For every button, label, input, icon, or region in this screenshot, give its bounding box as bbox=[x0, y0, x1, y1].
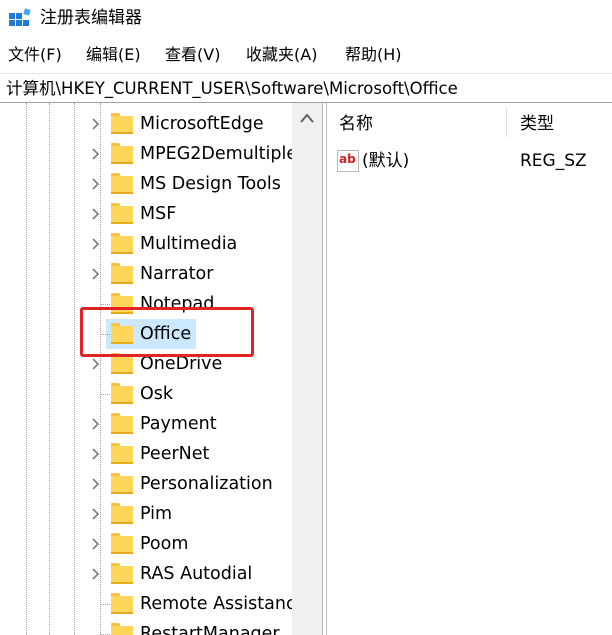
chevron-right-icon[interactable] bbox=[88, 415, 102, 433]
chevron-right-icon[interactable] bbox=[88, 565, 102, 583]
column-header-type[interactable]: 类型 bbox=[520, 113, 554, 135]
tree-item-label: Narrator bbox=[140, 264, 214, 284]
chevron-right-icon[interactable] bbox=[88, 205, 102, 223]
tree-item[interactable]: Multimedia bbox=[0, 229, 300, 259]
folder-icon bbox=[111, 623, 133, 635]
address-bar[interactable]: 计算机\HKEY_CURRENT_USER\Software\Microsoft… bbox=[0, 73, 612, 103]
tree-item-label: Remote Assistanc bbox=[140, 594, 296, 614]
menu-edit[interactable]: 编辑(E) bbox=[84, 44, 143, 66]
folder-icon bbox=[111, 173, 133, 195]
tree-item[interactable]: Osk bbox=[0, 379, 300, 409]
chevron-right-icon[interactable] bbox=[88, 535, 102, 553]
tree-item-label: Multimedia bbox=[140, 234, 238, 254]
tree-item-label: PeerNet bbox=[140, 444, 210, 464]
tree-item-label: Osk bbox=[140, 384, 174, 404]
folder-icon bbox=[111, 113, 133, 135]
tree-connector bbox=[100, 604, 110, 605]
tree-item[interactable]: MSF bbox=[0, 199, 300, 229]
menu-view[interactable]: 查看(V) bbox=[163, 44, 222, 66]
folder-icon bbox=[111, 413, 133, 435]
tree-item[interactable]: Pim bbox=[0, 499, 300, 529]
chevron-right-icon[interactable] bbox=[88, 505, 102, 523]
highlight-box bbox=[80, 307, 254, 357]
folder-icon bbox=[111, 233, 133, 255]
tree-item-label: Poom bbox=[140, 534, 189, 554]
tree-item-label: Personalization bbox=[140, 474, 273, 494]
value-name: (默认) bbox=[362, 151, 410, 171]
string-value-icon: ab bbox=[337, 150, 359, 172]
chevron-right-icon[interactable] bbox=[88, 145, 102, 163]
chevron-right-icon[interactable] bbox=[88, 445, 102, 463]
regedit-icon bbox=[9, 8, 31, 26]
chevron-right-icon[interactable] bbox=[88, 115, 102, 133]
tree-scrollbar[interactable] bbox=[292, 103, 322, 635]
tree-item[interactable]: PeerNet bbox=[0, 439, 300, 469]
tree-item[interactable]: MPEG2Demultiple bbox=[0, 139, 300, 169]
tree-item[interactable]: RAS Autodial bbox=[0, 559, 300, 589]
folder-icon bbox=[111, 533, 133, 555]
menu-favorites[interactable]: 收藏夹(A) bbox=[244, 44, 319, 66]
key-tree[interactable]: MicrosoftEdge MPEG2Demultiple MS Design To… bbox=[0, 103, 322, 635]
folder-icon bbox=[111, 563, 133, 585]
chevron-right-icon[interactable] bbox=[88, 355, 102, 373]
tree-item[interactable]: RestartManager bbox=[0, 619, 300, 635]
chevron-right-icon[interactable] bbox=[88, 475, 102, 493]
tree-item-label: MicrosoftEdge bbox=[140, 114, 264, 134]
tree-item[interactable]: Narrator bbox=[0, 259, 300, 289]
tree-item[interactable]: MicrosoftEdge bbox=[0, 109, 300, 139]
value-type: REG_SZ bbox=[520, 151, 587, 171]
tree-item-label: MPEG2Demultiple bbox=[140, 144, 298, 164]
folder-icon bbox=[111, 503, 133, 525]
column-separator[interactable] bbox=[506, 107, 507, 137]
tree-item-label: Payment bbox=[140, 414, 217, 434]
chevron-right-icon[interactable] bbox=[88, 265, 102, 283]
folder-icon bbox=[111, 473, 133, 495]
folder-icon bbox=[111, 443, 133, 465]
tree-item-label: MS Design Tools bbox=[140, 174, 281, 194]
scroll-up-icon[interactable] bbox=[298, 111, 316, 125]
title-bar: 注册表编辑器 bbox=[0, 0, 612, 38]
window-title: 注册表编辑器 bbox=[40, 8, 142, 28]
chevron-right-icon[interactable] bbox=[88, 175, 102, 193]
chevron-right-icon[interactable] bbox=[88, 235, 102, 253]
folder-icon bbox=[111, 143, 133, 165]
tree-item-label: RestartManager bbox=[140, 624, 280, 635]
tree-item[interactable]: Remote Assistanc bbox=[0, 589, 300, 619]
tree-item[interactable]: MS Design Tools bbox=[0, 169, 300, 199]
folder-icon bbox=[111, 203, 133, 225]
tree-item[interactable]: Payment bbox=[0, 409, 300, 439]
value-row[interactable]: ab (默认) REG_SZ bbox=[327, 147, 612, 175]
tree-connector bbox=[100, 394, 110, 395]
tree-item-label: RAS Autodial bbox=[140, 564, 253, 584]
menu-file[interactable]: 文件(F) bbox=[6, 44, 64, 66]
folder-icon bbox=[111, 383, 133, 405]
tree-item-label: MSF bbox=[140, 204, 177, 224]
menu-bar: 文件(F) 编辑(E) 查看(V) 收藏夹(A) 帮助(H) bbox=[0, 40, 612, 70]
tree-item[interactable]: Poom bbox=[0, 529, 300, 559]
tree-connector bbox=[100, 304, 110, 305]
tree-item[interactable]: Personalization bbox=[0, 469, 300, 499]
value-list[interactable]: 名称 类型 ab (默认) REG_SZ bbox=[327, 103, 612, 635]
folder-icon bbox=[111, 263, 133, 285]
folder-icon bbox=[111, 593, 133, 615]
menu-help[interactable]: 帮助(H) bbox=[343, 44, 404, 66]
column-header-name[interactable]: 名称 bbox=[339, 113, 373, 135]
address-path[interactable]: 计算机\HKEY_CURRENT_USER\Software\Microsoft… bbox=[6, 78, 458, 100]
tree-item-label: Pim bbox=[140, 504, 173, 524]
